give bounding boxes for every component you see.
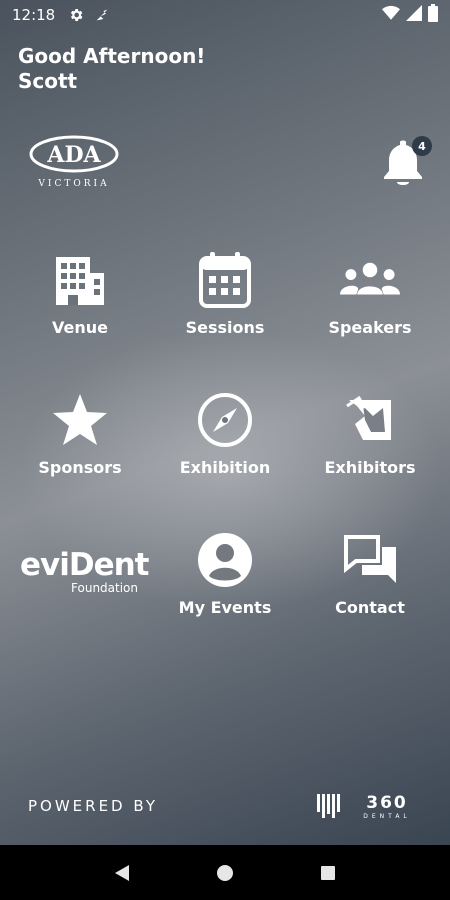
exhibitor-board-icon: [340, 390, 400, 450]
logo-text: ADA: [46, 142, 101, 168]
tile-label: Speakers: [328, 318, 412, 337]
evident-name: eviDent: [20, 547, 150, 583]
status-bar: 12:18: [0, 0, 450, 30]
tile-exhibition[interactable]: Exhibition: [155, 390, 295, 510]
back-triangle-icon: [114, 864, 129, 881]
tile-label: Exhibitors: [324, 458, 416, 477]
calendar-icon: [195, 250, 255, 310]
user-account-icon: [195, 530, 255, 590]
status-time: 12:18: [12, 6, 56, 24]
wifi-icon: [382, 5, 400, 25]
back-button[interactable]: [107, 858, 137, 888]
home-circle-icon: [216, 864, 233, 881]
brand-sub: DENTAL: [363, 813, 411, 820]
ada-victoria-logo: ADA VICTORIA: [28, 134, 120, 190]
evident-subtitle: Foundation: [71, 581, 138, 595]
star-icon: [50, 390, 110, 450]
app-screen: 12:18 Good Afternoon! Scott ADA VICTORIA…: [0, 0, 450, 845]
building-icon: [50, 250, 110, 310]
tile-label: Venue: [52, 318, 108, 337]
compass-icon: [195, 390, 255, 450]
360-dental-logo: 360 DENTAL: [315, 792, 427, 820]
gear-icon: [67, 6, 85, 24]
tile-contact[interactable]: Contact: [300, 530, 440, 650]
logo-subtext: VICTORIA: [37, 179, 109, 189]
greeting-line: Good Afternoon!: [18, 44, 206, 68]
tile-speakers[interactable]: Speakers: [300, 250, 440, 370]
tile-label: Sessions: [185, 318, 265, 337]
recents-button[interactable]: [313, 858, 343, 888]
tile-label: Sponsors: [38, 458, 122, 477]
people-group-icon: [340, 250, 400, 310]
tile-label: Exhibition: [179, 458, 271, 477]
system-nav-bar: [0, 845, 450, 900]
home-button[interactable]: [210, 858, 240, 888]
tile-sponsors[interactable]: Sponsors: [10, 390, 150, 510]
cell-signal-icon: [406, 5, 422, 25]
recents-square-icon: [321, 865, 336, 880]
powered-by-label: POWERED BY: [28, 797, 159, 815]
evident-foundation-logo[interactable]: eviDent Foundation: [20, 547, 150, 603]
notification-badge: 4: [412, 136, 432, 156]
battery-icon: [428, 4, 438, 26]
greeting: Good Afternoon! Scott: [18, 44, 205, 94]
tile-label: Contact: [335, 598, 405, 617]
tile-my-events[interactable]: My Events: [155, 530, 295, 650]
user-name: Scott: [18, 69, 78, 93]
tile-label: My Events: [178, 598, 272, 617]
tile-exhibitors[interactable]: Exhibitors: [300, 390, 440, 510]
brand-number: 360: [366, 793, 408, 813]
chat-bubbles-icon: [340, 530, 400, 590]
signal-activity-icon: [93, 6, 111, 24]
tile-sessions[interactable]: Sessions: [155, 250, 295, 370]
tile-venue[interactable]: Venue: [10, 250, 150, 370]
